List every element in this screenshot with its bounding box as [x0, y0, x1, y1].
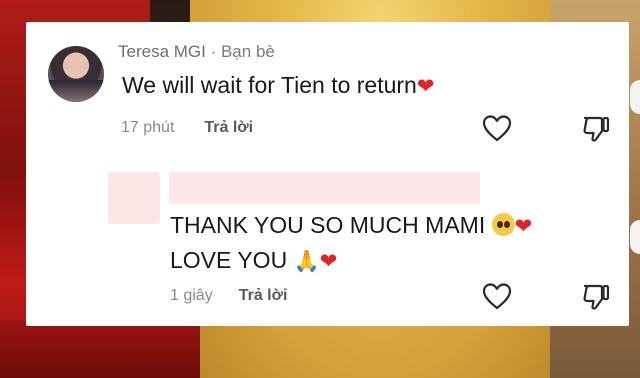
reply-button[interactable]: Trả lời [239, 287, 288, 304]
thumbs-down-icon[interactable] [581, 282, 611, 312]
avatar-redacted[interactable] [108, 172, 160, 224]
friend-tag: Bạn bè [220, 42, 275, 61]
heart-emoji-icon: ❤ [416, 74, 435, 98]
avatar[interactable] [48, 46, 104, 102]
pleading-face-icon [491, 213, 515, 236]
side-handle [630, 80, 640, 114]
comment-meta: 17 phút Trả lời [121, 119, 253, 137]
comment-time: 17 phút [121, 119, 175, 136]
separator: · [205, 42, 221, 61]
author-name-redacted[interactable] [169, 172, 480, 204]
author-name[interactable]: Teresa MGI [118, 42, 206, 61]
reply-button[interactable]: Trả lời [204, 119, 253, 136]
heart-outline-icon[interactable] [482, 114, 512, 144]
thumbs-down-icon[interactable] [581, 114, 611, 144]
side-handle [630, 220, 640, 254]
comment-author[interactable]: Teresa MGI · Bạn bè [118, 42, 275, 62]
reply-meta: 1 giây Trả lời [170, 287, 287, 305]
reply-text: THANK YOU SO MUCH MAMI ❤ LOVE YOU 🙏❤ [170, 208, 532, 278]
reply-time: 1 giây [170, 287, 213, 304]
folded-hands-icon: 🙏 [293, 249, 320, 273]
comment-text: We will wait for Tien to return❤ [122, 72, 435, 98]
heart-emoji-icon: ❤ [319, 249, 338, 273]
heart-outline-icon[interactable] [482, 282, 512, 312]
heart-emoji-icon: ❤ [514, 214, 533, 238]
comments-panel: Teresa MGI · Bạn bè We will wait for Tie… [26, 22, 629, 326]
